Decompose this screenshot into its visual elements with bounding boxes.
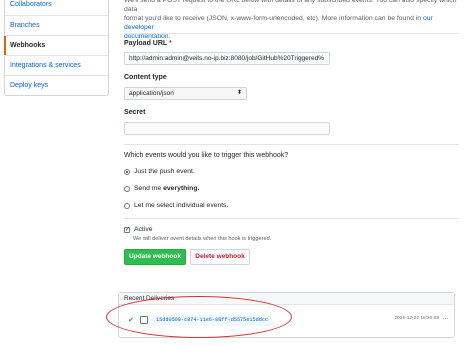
package-icon <box>140 316 148 324</box>
settings-sidebar: Collaborators Branches Webhooks Integrat… <box>4 0 109 96</box>
intro-line-2-text: format you'd like to receive (JSON, x-ww… <box>124 15 422 22</box>
intro-line-2: format you'd like to receive (JSON, x-ww… <box>124 14 459 32</box>
select-arrows-icon: ⬍ <box>236 90 242 96</box>
divider <box>124 144 459 145</box>
content-type-value: application/json <box>129 90 174 97</box>
delivery-timestamp: 2016-12-22 18:20:09 <box>394 316 439 321</box>
radio-individual-events[interactable]: Let me select individual events. <box>124 202 228 209</box>
divider <box>124 218 459 219</box>
update-webhook-button[interactable]: Update webhook <box>124 249 186 265</box>
documentation-link[interactable]: documentation <box>124 33 169 40</box>
payload-url-input[interactable]: http://admin:admin@veits.no-ip.biz:8080/… <box>124 52 330 65</box>
secret-label: Secret <box>124 109 146 116</box>
more-icon[interactable]: … <box>442 314 449 321</box>
radio-icon <box>124 185 130 192</box>
active-checkbox[interactable]: ✓ Active <box>124 226 153 233</box>
radio-checked-icon <box>124 168 130 175</box>
events-question: Which events would you like to trigger t… <box>124 152 289 159</box>
secret-input[interactable] <box>124 122 330 135</box>
recent-deliveries-title: Recent Deliveries <box>119 293 454 305</box>
delivery-row[interactable]: ✔ 15dd0500-c874-11e6-88ff-d5575e15ddcc 2… <box>119 314 454 328</box>
checkbox-checked-icon: ✓ <box>124 226 131 233</box>
radio-everything[interactable]: Send me everything. <box>124 185 199 192</box>
recent-deliveries-panel: Recent Deliveries ✔ 15dd0500-c874-11e6-8… <box>118 292 455 338</box>
delete-webhook-button[interactable]: Delete webhook <box>190 249 250 265</box>
sidebar-item-integrations[interactable]: Integrations & services <box>5 55 108 75</box>
radio-icon <box>124 202 130 209</box>
active-note: We will deliver event details when this … <box>133 236 272 242</box>
divider <box>124 33 459 34</box>
content-type-label: Content type <box>124 74 167 81</box>
radio-push-event[interactable]: Just the push event. <box>124 168 195 175</box>
sidebar-item-collaborators[interactable]: Collaborators <box>5 0 108 15</box>
intro-line-1: We'll send a POST request to the URL bel… <box>124 0 457 13</box>
content-type-select[interactable]: application/json ⬍ <box>124 87 247 100</box>
payload-url-label: Payload URL * <box>124 40 172 47</box>
sidebar-item-branches[interactable]: Branches <box>5 15 108 35</box>
sidebar-item-deploy-keys[interactable]: Deploy keys <box>5 75 108 95</box>
sidebar-item-webhooks[interactable]: Webhooks <box>4 35 108 55</box>
check-icon: ✔ <box>128 317 134 324</box>
required-marker: * <box>169 40 172 47</box>
delivery-guid[interactable]: 15dd0500-c874-11e6-88ff-d5575e15ddcc <box>152 315 273 326</box>
intro-text: We'll send a POST request to the URL bel… <box>124 0 459 41</box>
